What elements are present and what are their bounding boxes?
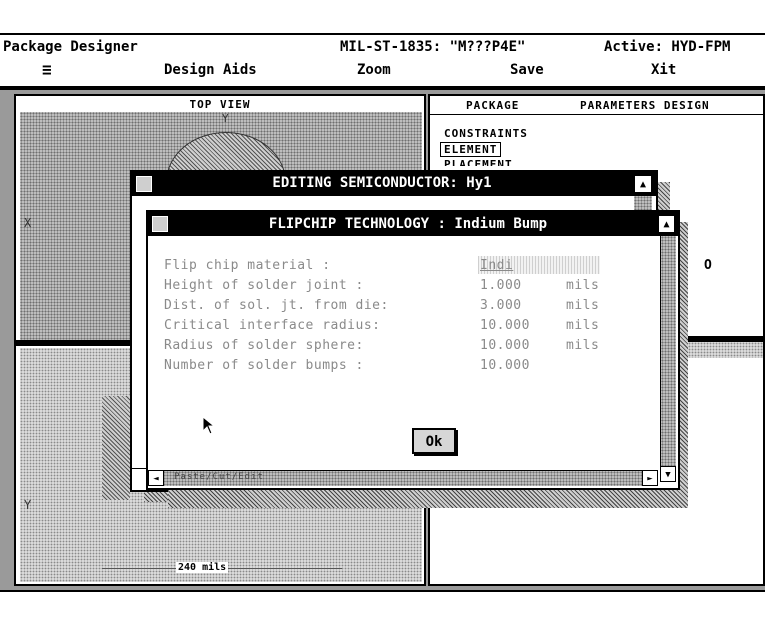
system-menu-icon[interactable]: ≡ xyxy=(42,60,52,79)
menu-save[interactable]: Save xyxy=(510,62,544,78)
item-placement[interactable]: PLACEMENT xyxy=(444,158,513,166)
top-view-title: TOP VIEW xyxy=(189,98,251,111)
marker-circle: O xyxy=(704,258,712,273)
ok-button-label: Ok xyxy=(425,434,443,450)
tab-underline xyxy=(430,114,763,115)
inner-system-icon[interactable] xyxy=(152,216,168,232)
outer-dialog-titlebar[interactable]: EDITING SEMICONDUCTOR: Hy1 ▲ xyxy=(132,172,656,196)
field-value-height[interactable]: 1.000 xyxy=(480,278,522,293)
field-label-critical-radius: Critical interface radius: xyxy=(164,318,381,333)
item-constraints[interactable]: CONSTRAINTS xyxy=(444,127,528,140)
hscroll-left-icon[interactable]: ◄ xyxy=(148,470,164,486)
tab-package[interactable]: PACKAGE xyxy=(466,99,519,112)
inner-dialog: FLIPCHIP TECHNOLOGY : Indium Bump ▲ Flip… xyxy=(146,210,680,490)
hscroll-right-icon[interactable]: ► xyxy=(642,470,658,486)
field-unit-distance: mils xyxy=(566,298,600,313)
field-label-bump-count: Number of solder bumps : xyxy=(164,358,364,373)
scale-label: 240 mils xyxy=(176,562,229,573)
inner-vscrollbar[interactable] xyxy=(660,236,676,466)
inner-scroll-up-icon[interactable]: ▲ xyxy=(658,215,675,233)
field-label-height: Height of solder joint : xyxy=(164,278,364,293)
menu-design-aids[interactable]: Design Aids xyxy=(164,62,257,78)
axis-y-bottom: Y xyxy=(24,498,32,512)
ok-button[interactable]: Ok xyxy=(412,428,456,454)
menu-zoom[interactable]: Zoom xyxy=(357,62,391,78)
field-value-distance[interactable]: 3.000 xyxy=(480,298,522,313)
menu-xit[interactable]: Xit xyxy=(651,62,676,78)
field-unit-height: mils xyxy=(566,278,600,293)
inner-dialog-title: FLIPCHIP TECHNOLOGY : Indium Bump xyxy=(268,216,548,232)
field-value-material-text: Indi xyxy=(480,258,514,273)
outer-scroll-up-icon[interactable]: ▲ xyxy=(634,175,652,193)
status-text: Paste/Cut/Edit xyxy=(174,472,264,482)
field-value-bump-count[interactable]: 10.000 xyxy=(480,358,530,373)
inner-dialog-titlebar[interactable]: FLIPCHIP TECHNOLOGY : Indium Bump ▲ xyxy=(148,212,678,236)
mouse-pointer-icon xyxy=(202,416,216,435)
app-title: Package Designer xyxy=(3,39,138,55)
package-outline xyxy=(102,396,130,500)
inner-scroll-down-icon[interactable]: ▼ xyxy=(660,466,676,482)
field-unit-sphere-radius: mils xyxy=(566,338,600,353)
item-element[interactable]: ELEMENT xyxy=(440,142,502,157)
tab-parameters-design[interactable]: PARAMETERS DESIGN xyxy=(580,99,710,112)
axis-y-top: Y xyxy=(222,112,229,125)
field-value-sphere-radius[interactable]: 10.000 xyxy=(480,338,530,353)
app-header: Package Designer MIL-ST-1835: "M???P4E" … xyxy=(0,33,765,86)
field-label-material: Flip chip material : xyxy=(164,258,331,273)
axis-x-label: X xyxy=(24,216,32,230)
field-unit-critical-radius: mils xyxy=(566,318,600,333)
field-value-critical-radius[interactable]: 10.000 xyxy=(480,318,530,333)
field-label-sphere-radius: Radius of solder sphere: xyxy=(164,338,364,353)
active-label: Active: HYD-FPM xyxy=(604,39,731,55)
outer-dialog-title: EDITING SEMICONDUCTOR: Hy1 xyxy=(272,175,492,191)
footer-area xyxy=(0,590,765,636)
field-label-distance: Dist. of sol. jt. from die: xyxy=(164,298,389,313)
spec-label: MIL-ST-1835: "M???P4E" xyxy=(340,39,526,55)
